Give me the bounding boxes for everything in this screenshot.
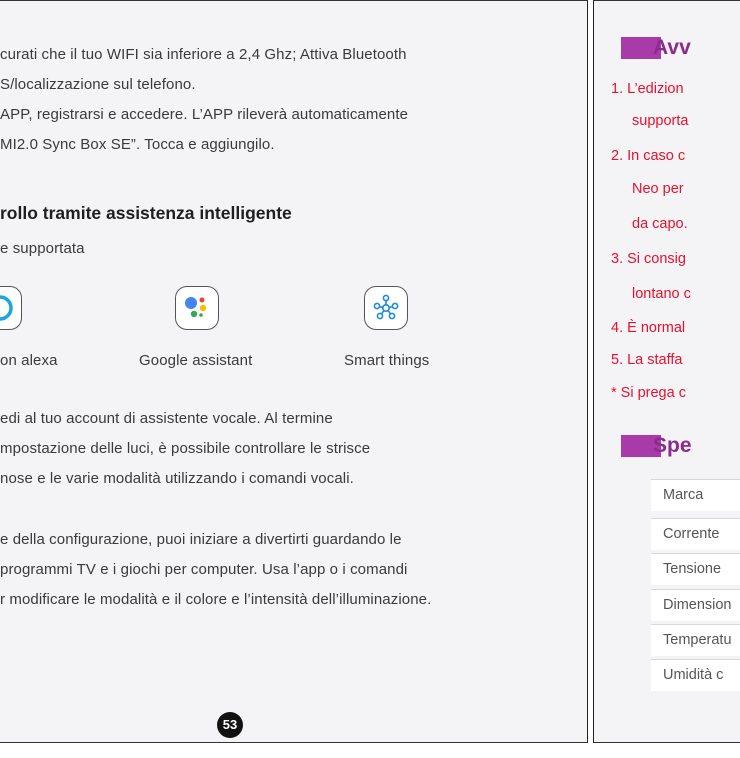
spec-label: Tensione: [663, 561, 722, 577]
note-2-cont-a: Neo per: [632, 181, 684, 197]
note-2: 2. In caso c: [611, 148, 686, 164]
enjoy-paragraph-line-2: programmi TV e i giochi per computer. Us…: [0, 561, 408, 578]
spec-label: Umidità c: [663, 667, 724, 683]
page-number: 53: [217, 712, 243, 738]
note-2-cont-b: da capo.: [632, 216, 688, 232]
alexa-label: on alexa: [0, 352, 58, 369]
setup-line-3: APP, registrarsi e accedere. L’APP rilev…: [0, 106, 409, 123]
google-assistant-icon: [175, 286, 219, 330]
note-5: 5. La staffa: [611, 352, 683, 368]
spec-row: Marca: [651, 479, 740, 511]
note-4: 4. È normal: [611, 320, 686, 336]
smart-things-label: Smart things: [344, 352, 430, 369]
note-3-cont: lontano c: [632, 286, 691, 302]
setup-line-1: curati che il tuo WIFI sia inferiore a 2…: [0, 46, 407, 63]
spec-row: Tensione: [651, 553, 740, 585]
spec-label: Temperatu: [663, 632, 732, 648]
spec-row: Temperatu: [651, 624, 740, 656]
spec-row: Umidità c: [651, 659, 740, 691]
setup-line-2: S/localizzazione sul telefono.: [0, 76, 196, 93]
bottom-margin: [0, 743, 740, 758]
alexa-icon: [0, 286, 22, 330]
note-footnote: * Si prega c: [611, 385, 686, 401]
specs-heading: Spe: [653, 434, 692, 457]
supported-label: e supportata: [0, 240, 85, 257]
section-heading: rollo tramite assistenza intelligente: [0, 203, 292, 223]
smart-things-icon: [364, 286, 408, 330]
voice-paragraph-line-3: nose e le varie modalità utilizzando i c…: [0, 470, 354, 487]
note-1: 1. L’edizion: [611, 81, 684, 97]
setup-line-4: MI2.0 Sync Box SE”. Tocca e aggiungilo.: [0, 136, 275, 153]
note-1-cont: supporta: [632, 113, 689, 129]
spec-row: Corrente: [651, 518, 740, 550]
note-3: 3. Si consig: [611, 251, 686, 267]
enjoy-paragraph-line-1: e della configurazione, puoi iniziare a …: [0, 531, 402, 548]
warnings-heading: Avv: [653, 36, 691, 59]
spec-row: Dimension: [651, 589, 740, 621]
spec-label: Marca: [663, 487, 704, 503]
google-assistant-label: Google assistant: [139, 352, 253, 369]
enjoy-paragraph-line-3: r modificare le modalità e il colore e l…: [0, 591, 432, 608]
voice-paragraph-line-1: edi al tuo account di assistente vocale.…: [0, 410, 333, 427]
spec-label: Dimension: [663, 597, 732, 613]
spec-label: Corrente: [663, 526, 720, 542]
voice-paragraph-line-2: mpostazione delle luci, è possibile cont…: [0, 440, 371, 457]
